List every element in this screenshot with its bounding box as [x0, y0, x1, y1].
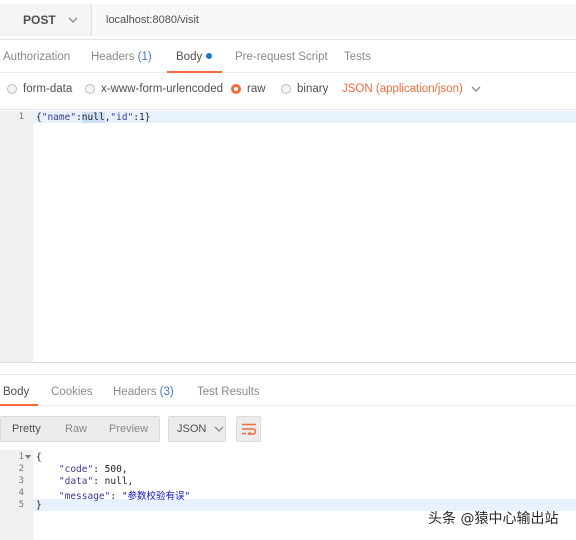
tab-response-body[interactable]: Body	[3, 375, 29, 405]
line-number: 1	[18, 452, 24, 462]
request-body-line: {"name":null,"id":1}	[36, 112, 151, 123]
content-type-dropdown[interactable]: JSON (application/json)	[342, 83, 481, 95]
tab-tests[interactable]: Tests	[344, 40, 371, 73]
fold-arrow-icon[interactable]	[25, 455, 31, 460]
response-tabs: Body Cookies Headers (3) Test Results	[0, 374, 576, 406]
radio-circle	[85, 84, 95, 94]
radio-circle	[7, 84, 17, 94]
wrap-lines-icon	[241, 423, 256, 435]
url-input[interactable]: localhost:8080/visit	[92, 4, 576, 36]
radio-form-data[interactable]: form-data	[7, 83, 72, 95]
request-tabs: Authorization Headers (1) Body Pre-reque…	[0, 40, 576, 73]
line-number-gutter: 1	[0, 111, 33, 362]
line-number: 4	[18, 488, 24, 498]
line-number: 3	[18, 476, 24, 486]
radio-raw[interactable]: raw	[231, 83, 266, 95]
response-format-dropdown[interactable]: JSON	[168, 416, 226, 442]
watermark-text: 头条 @猿中心输出站	[428, 511, 559, 527]
view-raw-button[interactable]: Raw	[65, 417, 87, 441]
radio-binary[interactable]: binary	[281, 83, 328, 95]
view-preview-button[interactable]: Preview	[109, 417, 148, 441]
method-label: POST	[23, 13, 56, 27]
response-body-line: {	[36, 452, 42, 463]
response-body-line: }	[36, 500, 42, 511]
view-pretty-button[interactable]: Pretty	[12, 417, 41, 441]
chevron-down-icon	[214, 426, 224, 432]
active-tab-underline	[167, 71, 222, 73]
tab-headers[interactable]: Headers (1)	[91, 40, 152, 73]
headers-count: (1)	[137, 51, 152, 63]
response-body-line: "message": "参数校验有误"	[58, 491, 191, 502]
line-number-gutter: 1 2 3 4 5	[0, 450, 33, 540]
body-indicator-dot	[206, 53, 213, 59]
wrap-lines-button[interactable]	[236, 416, 261, 442]
tab-pre-request-script[interactable]: Pre-request Script	[235, 40, 328, 73]
tab-cookies[interactable]: Cookies	[51, 375, 93, 405]
response-body-line: "data": null,	[58, 476, 134, 487]
response-toolbar: Pretty Raw Preview JSON	[0, 410, 576, 448]
body-type-selector: form-data x-www-form-urlencoded raw bina…	[0, 74, 576, 110]
response-body-line: "code": 500,	[58, 464, 128, 475]
chevron-down-icon	[68, 17, 78, 23]
line-number: 2	[18, 464, 24, 474]
tab-response-headers[interactable]: Headers (3)	[113, 375, 174, 405]
chevron-down-icon	[471, 86, 481, 92]
radio-circle	[281, 84, 291, 94]
line-number: 1	[18, 112, 24, 122]
tab-body[interactable]: Body	[176, 40, 213, 73]
active-tab-underline	[0, 404, 38, 406]
tab-test-results[interactable]: Test Results	[197, 375, 260, 405]
view-mode-segmented: Pretty Raw Preview	[0, 416, 160, 442]
radio-circle-selected	[231, 84, 241, 94]
request-body-editor[interactable]: 1 {"name":null,"id":1}	[0, 111, 576, 363]
tab-authorization[interactable]: Authorization	[3, 40, 70, 73]
radio-x-www-form-urlencoded[interactable]: x-www-form-urlencoded	[85, 83, 223, 95]
response-headers-count: (3)	[159, 386, 174, 398]
method-dropdown[interactable]: POST	[0, 4, 92, 36]
line-number: 5	[18, 500, 24, 510]
request-url-bar: POST localhost:8080/visit	[0, 0, 576, 40]
